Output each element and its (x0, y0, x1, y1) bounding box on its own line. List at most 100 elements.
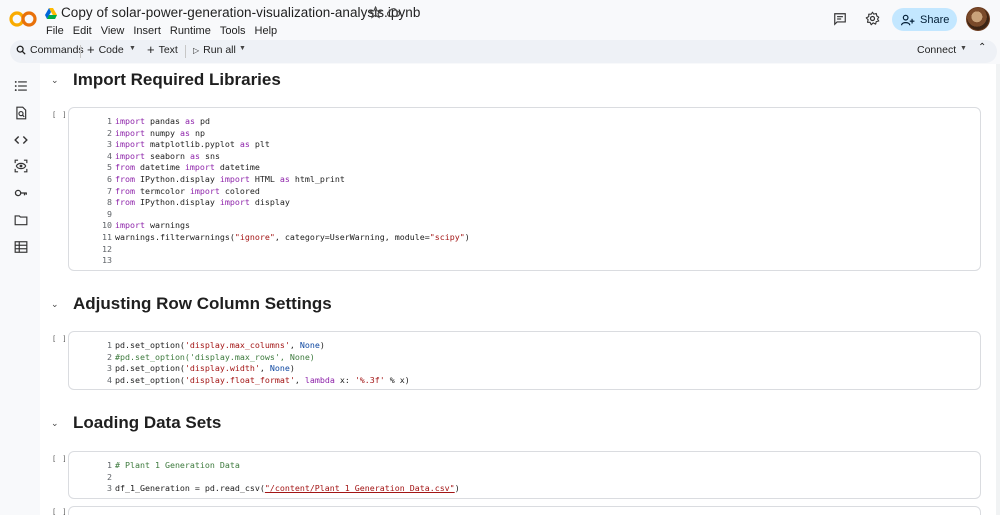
code-token: import (219, 173, 250, 184)
code-line[interactable]: 4 pd.set_option('display.float_format', l… (69, 375, 410, 387)
code-token: % x) (384, 374, 410, 385)
code-token: termcolor (134, 185, 190, 196)
code-line[interactable]: 5 from datetime import datetime (69, 162, 470, 174)
run-cell-indicator[interactable]: [ ] (52, 455, 68, 463)
run-cell-indicator[interactable]: [ ] (52, 508, 68, 515)
menu-insert[interactable]: Insert (133, 25, 161, 37)
code-editor[interactable]: 1 import pandas as pd 2 import numpy as np 3… (69, 116, 470, 267)
commands-button[interactable]: Commands (16, 44, 84, 56)
find-replace-icon[interactable] (14, 106, 28, 120)
code-line[interactable]: 3 pd.set_option('display.width', None) (69, 363, 410, 375)
code-line[interactable]: 2 (69, 472, 460, 484)
notebook-title[interactable]: Copy of solar-power-generation-visualiza… (61, 5, 420, 20)
menu-view[interactable]: View (101, 25, 125, 37)
code-token: plt (249, 139, 270, 150)
code-line[interactable]: 2 #pd.set_option('display.max_rows', None… (69, 352, 410, 364)
code-token: import (189, 185, 220, 196)
line-number: 3 (107, 139, 112, 150)
code-line[interactable]: 8 from IPython.display import display (69, 197, 470, 209)
collapse-section-icon[interactable]: ⌄ (51, 75, 59, 86)
code-line[interactable]: 9 (69, 209, 470, 221)
star-icon[interactable] (369, 6, 382, 19)
add-code-button[interactable]: + Code (87, 43, 124, 56)
code-token: datetime (134, 162, 185, 173)
code-line[interactable]: 1 import pandas as pd (69, 116, 470, 128)
comment-icon[interactable] (833, 12, 847, 26)
collapse-section-icon[interactable]: ⌄ (51, 418, 59, 429)
gear-icon[interactable] (865, 11, 880, 26)
run-all-label: Run all (203, 44, 236, 56)
line-number: 12 (102, 243, 112, 254)
add-text-button[interactable]: + Text (147, 43, 178, 56)
connect-button[interactable]: Connect (917, 44, 956, 56)
caret-down-icon: ▼ (239, 45, 246, 52)
notebook-content: ⌄ Import Required Libraries [ ] 1 import … (40, 64, 1000, 515)
code-line[interactable]: 12 (69, 244, 470, 256)
line-number: 9 (107, 208, 112, 219)
code-line[interactable]: 3 df_1_Generation = pd.read_csv("/content… (69, 483, 460, 495)
menu-help[interactable]: Help (255, 25, 278, 37)
code-token: from (115, 162, 135, 173)
code-line[interactable]: 1 pd.set_option('display.max_columns', No… (69, 340, 410, 352)
run-cell-indicator[interactable]: [ ] (52, 335, 68, 343)
code-line[interactable]: 2 import numpy as np (69, 128, 470, 140)
code-line[interactable]: 4 import seaborn as sns (69, 151, 470, 163)
menu-runtime[interactable]: Runtime (170, 25, 211, 37)
code-token: x: (334, 374, 355, 385)
line-number: 1 (107, 116, 112, 126)
run-all-button[interactable]: ▷ Run all (193, 44, 236, 56)
add-code-dropdown[interactable]: ▼ (129, 45, 136, 52)
avatar[interactable] (966, 7, 990, 31)
code-token: numpy (144, 127, 180, 138)
scrollbar[interactable] (996, 64, 1000, 515)
code-token: pd.set_option( (115, 363, 185, 374)
code-cell[interactable]: 1 # Plant 1 Generation Data 2 3 df_1_Generat… (68, 451, 981, 499)
variables-inspector-icon[interactable] (14, 159, 28, 173)
line-number: 1 (107, 340, 112, 350)
code-snippets-icon[interactable] (14, 133, 28, 147)
code-token: "ignore" (234, 231, 275, 242)
run-all-dropdown[interactable]: ▼ (239, 45, 246, 52)
code-editor[interactable]: 1 # Plant 1 Generation Data 2 3 df_1_Generat… (69, 460, 460, 495)
code-token: ) (289, 363, 295, 374)
code-token: as (184, 116, 195, 126)
colab-logo[interactable] (9, 9, 37, 29)
code-token: as (189, 150, 200, 161)
code-line[interactable]: 7 from termcolor import colored (69, 186, 470, 198)
connect-dropdown[interactable]: ▼ (960, 45, 967, 52)
code-line[interactable]: 3 import matplotlib.pyplot as plt (69, 139, 470, 151)
code-token: ) (464, 231, 470, 242)
code-token: 'display.max_columns' (184, 340, 290, 350)
run-cell-indicator[interactable]: [ ] (52, 111, 68, 119)
secrets-key-icon[interactable] (14, 186, 28, 200)
code-line[interactable]: 13 (69, 255, 470, 267)
line-number: 13 (102, 255, 112, 266)
data-table-icon[interactable] (14, 240, 28, 254)
code-line[interactable]: 10 import warnings (69, 220, 470, 232)
code-line[interactable]: 6 from IPython.display import HTML as htm… (69, 174, 470, 186)
code-token: df_1_Generation = pd.read_csv( (115, 483, 265, 494)
code-token: from (115, 185, 135, 196)
menu-edit[interactable]: Edit (73, 25, 92, 37)
collapse-section-icon[interactable]: ⌄ (51, 299, 59, 310)
code-token: import (115, 220, 145, 231)
collapse-toolbar-button[interactable]: ⌃ (978, 42, 986, 53)
code-cell[interactable]: 1 import pandas as pd 2 import numpy as np 3… (68, 107, 981, 271)
code-cell[interactable] (68, 506, 981, 515)
code-line[interactable]: 1 # Plant 1 Generation Data (69, 460, 460, 472)
code-token: pandas (144, 116, 185, 126)
code-token: None (299, 340, 320, 350)
code-line[interactable]: 11 warnings.filterwarnings("ignore", cate… (69, 232, 470, 244)
code-cell[interactable]: 1 pd.set_option('display.max_columns', No… (68, 331, 981, 390)
play-icon: ▷ (193, 45, 200, 55)
table-of-contents-icon[interactable] (14, 79, 28, 93)
menu-tools[interactable]: Tools (220, 25, 246, 37)
code-token: #pd.set_option('display.max_rows', None) (115, 351, 315, 362)
code-token: pd (194, 116, 210, 126)
line-number: 3 (107, 483, 112, 494)
cloud-icon[interactable] (387, 7, 400, 18)
share-button[interactable]: Share (892, 8, 957, 31)
code-editor[interactable]: 1 pd.set_option('display.max_columns', No… (69, 340, 410, 386)
menu-file[interactable]: File (46, 25, 64, 37)
folder-icon[interactable] (14, 213, 28, 227)
